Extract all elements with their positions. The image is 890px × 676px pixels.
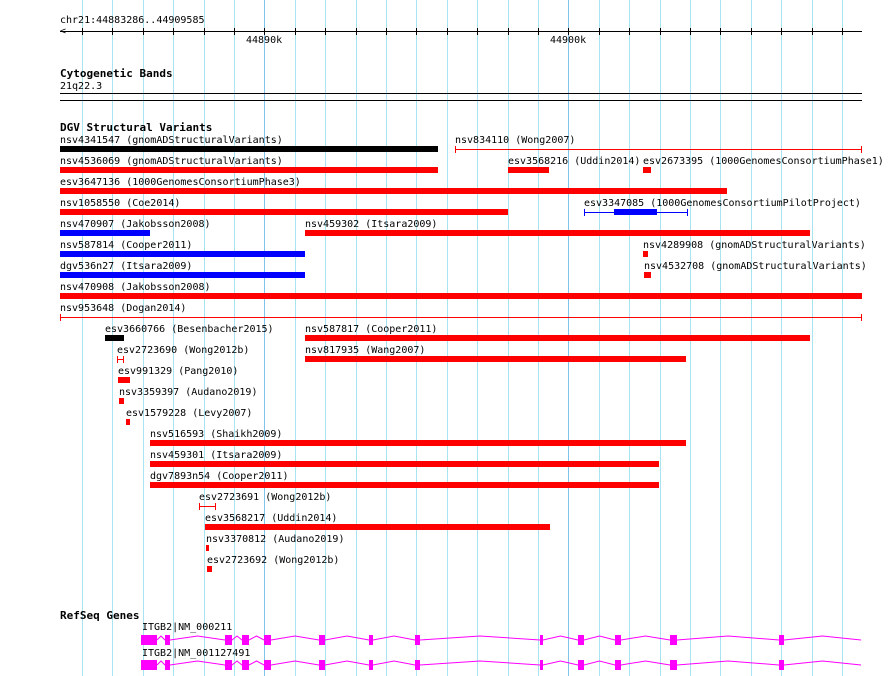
exon-block[interactable] bbox=[670, 635, 677, 645]
exon-block[interactable] bbox=[415, 635, 420, 645]
exon-block[interactable] bbox=[415, 660, 420, 670]
exon-block[interactable] bbox=[369, 660, 373, 670]
exon-block[interactable] bbox=[264, 635, 271, 645]
exon-block[interactable] bbox=[540, 660, 543, 670]
exon-block[interactable] bbox=[141, 635, 157, 645]
exon-block[interactable] bbox=[779, 660, 784, 670]
exon-block[interactable] bbox=[319, 635, 325, 645]
exon-block[interactable] bbox=[578, 635, 584, 645]
exon-block[interactable] bbox=[615, 635, 621, 645]
exon-block[interactable] bbox=[578, 660, 584, 670]
intron-line bbox=[156, 635, 862, 641]
exon-block[interactable] bbox=[165, 635, 170, 645]
exon-block[interactable] bbox=[615, 660, 621, 670]
exon-block[interactable] bbox=[165, 660, 170, 670]
exon-block[interactable] bbox=[225, 635, 232, 645]
exon-block[interactable] bbox=[670, 660, 677, 670]
exon-block[interactable] bbox=[369, 635, 373, 645]
exon-block[interactable] bbox=[225, 660, 232, 670]
exon-block[interactable] bbox=[319, 660, 325, 670]
intron-line bbox=[156, 660, 862, 666]
gene-models bbox=[141, 635, 862, 670]
exon-block[interactable] bbox=[242, 660, 249, 670]
exon-block[interactable] bbox=[242, 635, 249, 645]
exon-block[interactable] bbox=[779, 635, 784, 645]
exon-block[interactable] bbox=[141, 660, 157, 670]
exon-block[interactable] bbox=[540, 635, 543, 645]
exon-block[interactable] bbox=[264, 660, 271, 670]
